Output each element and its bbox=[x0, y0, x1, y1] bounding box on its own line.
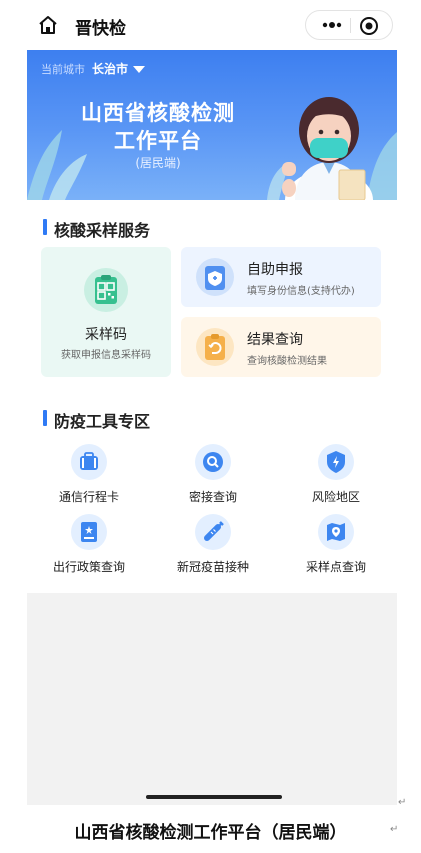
content-placeholder-area bbox=[27, 593, 397, 805]
section-accent-bar bbox=[43, 410, 47, 426]
tool-travel-card[interactable]: 通信行程卡 bbox=[34, 443, 144, 507]
services-section-title: 核酸采样服务 bbox=[54, 221, 151, 240]
tool-label: 风险地区 bbox=[311, 490, 360, 504]
result-query-title: 结果查询 bbox=[247, 332, 303, 348]
tool-label: 通信行程卡 bbox=[58, 490, 119, 504]
top-bar: 晋快检 bbox=[27, 0, 397, 50]
current-city-label: 当前城市 bbox=[41, 63, 85, 76]
more-dots-icon[interactable] bbox=[316, 11, 348, 39]
tools-section-title: 防疫工具专区 bbox=[54, 412, 151, 431]
search-icon bbox=[195, 444, 231, 480]
syringe-icon bbox=[195, 514, 231, 550]
tool-sampling-site-query[interactable]: 采样点查询 bbox=[281, 513, 391, 577]
city-selector[interactable]: 长治市 bbox=[92, 60, 128, 77]
suitcase-icon bbox=[71, 444, 107, 480]
qr-code-icon bbox=[84, 268, 128, 312]
self-declare-card[interactable]: 自助申报 填写身份信息(支持代办) bbox=[181, 247, 381, 307]
tool-label: 采样点查询 bbox=[305, 560, 366, 574]
tool-travel-policy[interactable]: 出行政策查询 bbox=[34, 513, 144, 577]
self-declare-desc: 填写身份信息(支持代办) bbox=[247, 286, 355, 297]
result-query-card[interactable]: 结果查询 查询核酸检测结果 bbox=[181, 317, 381, 377]
section-accent-bar bbox=[43, 219, 47, 235]
capsule-divider bbox=[350, 18, 351, 33]
app-title: 晋快检 bbox=[75, 19, 126, 39]
policy-document-icon bbox=[71, 514, 107, 550]
mini-program-capsule bbox=[305, 10, 393, 40]
caret-down-icon[interactable] bbox=[133, 66, 145, 73]
tool-vaccination[interactable]: 新冠疫苗接种 bbox=[158, 513, 268, 577]
image-caption: 山西省核酸检测工作平台（居民端） bbox=[74, 823, 347, 843]
map-pin-icon bbox=[318, 514, 354, 550]
sampling-code-title: 采样码 bbox=[85, 327, 127, 343]
sampling-code-card[interactable]: 采样码 获取申报信息采样码 bbox=[41, 247, 171, 377]
self-declare-title: 自助申报 bbox=[247, 262, 303, 278]
tool-label: 出行政策查询 bbox=[52, 560, 125, 574]
sampling-code-desc: 获取申报信息采样码 bbox=[61, 350, 151, 361]
tool-label: 新冠疫苗接种 bbox=[176, 560, 249, 574]
result-query-desc: 查询核酸检测结果 bbox=[247, 356, 327, 367]
banner-title-line2: 工作平台 bbox=[114, 129, 202, 153]
result-report-icon bbox=[196, 328, 234, 366]
declare-shield-icon bbox=[196, 258, 234, 296]
home-indicator[interactable] bbox=[146, 795, 282, 799]
paragraph-mark: ↵ bbox=[390, 824, 399, 835]
tool-label: 密接查询 bbox=[188, 490, 237, 504]
banner-title-line1: 山西省核酸检测 bbox=[81, 101, 235, 125]
paragraph-mark: ↵ bbox=[398, 797, 407, 808]
home-icon[interactable] bbox=[37, 14, 59, 36]
banner-subtitle: (居民端) bbox=[135, 156, 181, 170]
tool-close-contact-query[interactable]: 密接查询 bbox=[158, 443, 268, 507]
target-icon[interactable] bbox=[358, 15, 380, 37]
tool-risk-area[interactable]: 风险地区 bbox=[281, 443, 391, 507]
hero-banner: 当前城市 长治市 山西省核酸检测 工作平台 (居民端) bbox=[27, 50, 397, 200]
lightning-shield-icon bbox=[318, 444, 354, 480]
